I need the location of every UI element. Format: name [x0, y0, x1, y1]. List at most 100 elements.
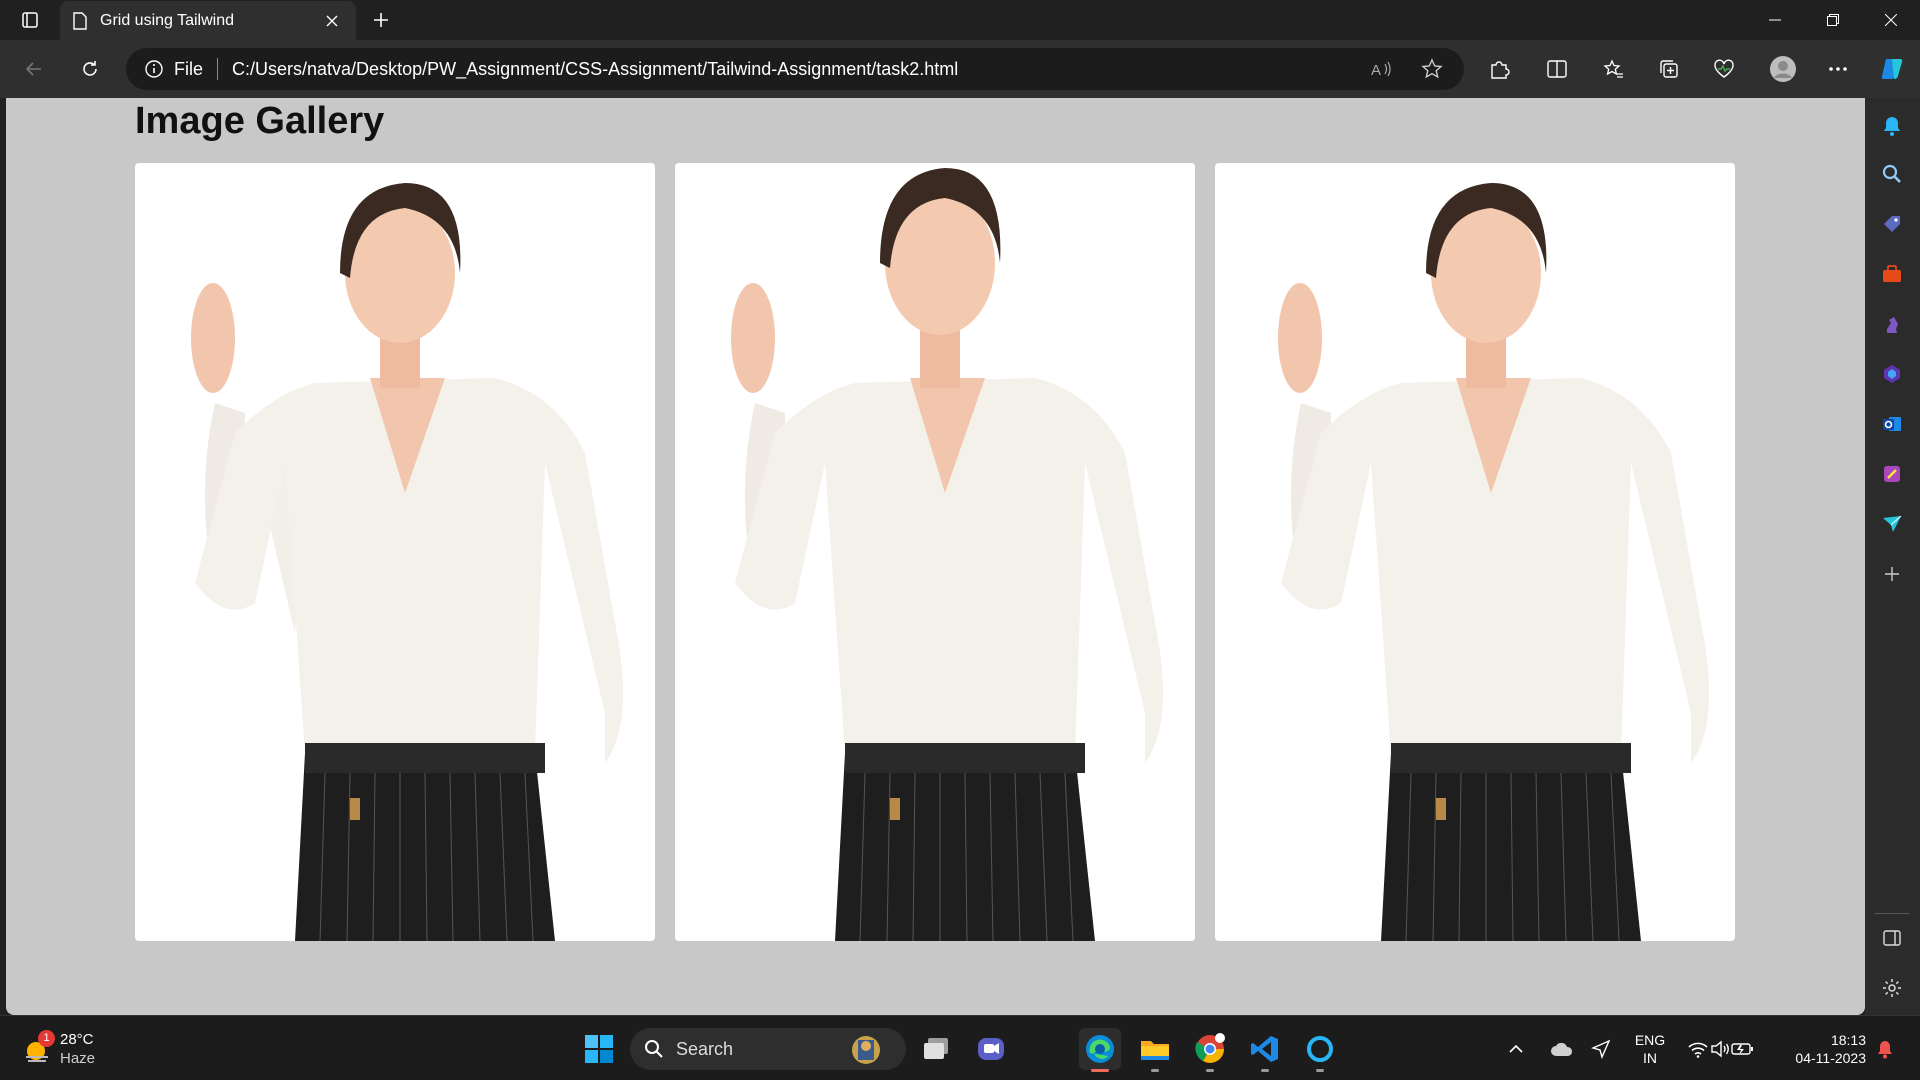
cortana-app[interactable]	[1299, 1028, 1341, 1072]
browser-essentials-button[interactable]	[1706, 52, 1742, 86]
start-button[interactable]	[578, 1028, 620, 1070]
onedrive-button[interactable]	[1545, 1028, 1579, 1070]
search-sidebar-button[interactable]	[1878, 160, 1906, 188]
microsoft-365-button[interactable]	[1878, 360, 1906, 388]
read-aloud-button[interactable]: A	[1363, 52, 1399, 86]
vscode-app[interactable]	[1244, 1028, 1286, 1072]
restore-button[interactable]	[1804, 0, 1862, 40]
avatar-icon	[1770, 56, 1796, 82]
collections-button[interactable]	[1651, 52, 1687, 86]
split-screen-button[interactable]	[1539, 52, 1575, 86]
back-button[interactable]	[16, 52, 52, 86]
running-indicator	[1261, 1069, 1269, 1072]
gallery-image-2	[675, 163, 1195, 941]
task-view-button[interactable]	[915, 1028, 957, 1070]
games-button[interactable]	[1878, 310, 1906, 338]
minimize-button[interactable]	[1746, 0, 1804, 40]
edge-taskbar-app[interactable]	[1079, 1028, 1121, 1072]
close-window-button[interactable]	[1862, 0, 1920, 40]
close-tab-icon[interactable]	[320, 9, 344, 33]
wifi-icon	[1688, 1042, 1708, 1058]
search-icon	[1882, 164, 1901, 183]
location-button[interactable]	[1584, 1028, 1618, 1070]
more-options-button[interactable]	[1820, 52, 1856, 86]
teams-chat-button[interactable]	[970, 1028, 1012, 1070]
puzzle-icon	[1491, 61, 1510, 79]
read-aloud-icon: A	[1371, 61, 1391, 79]
chess-piece-icon	[1887, 317, 1898, 333]
tab-actions-button[interactable]	[10, 6, 50, 34]
clock-date: 04-11-2023	[1795, 1050, 1866, 1066]
woman-pointing-image	[135, 163, 655, 941]
bell-icon	[1884, 117, 1900, 136]
search-label: Search	[676, 1038, 734, 1059]
plus-icon	[374, 13, 388, 27]
woman-pointing-image	[1215, 163, 1735, 941]
url-text[interactable]: C:/Users/natva/Desktop/PW_Assignment/CSS…	[232, 59, 958, 80]
sidebar-settings-button[interactable]	[1878, 974, 1906, 1002]
task-view-icon	[924, 1038, 948, 1059]
address-bar[interactable]: File C:/Users/natva/Desktop/PW_Assignmen…	[126, 48, 1464, 90]
tools-button[interactable]	[1878, 260, 1906, 288]
tab-strip: Grid using Tailwind	[0, 0, 1920, 40]
arrow-left-icon	[25, 62, 41, 76]
designer-button[interactable]	[1878, 460, 1906, 488]
new-tab-button[interactable]	[366, 6, 396, 34]
copilot-icon	[1881, 59, 1903, 79]
location-arrow-icon	[1591, 1039, 1611, 1059]
language-indicator[interactable]: ENG IN	[1628, 1031, 1672, 1067]
notification-center-button[interactable]	[1868, 1028, 1902, 1070]
page-title: Image Gallery	[135, 100, 385, 142]
notifications-button[interactable]	[1878, 112, 1906, 140]
star-icon	[1421, 58, 1443, 79]
tag-icon	[1884, 216, 1900, 232]
chrome-icon	[1195, 1033, 1225, 1063]
favorites-list-icon	[1603, 59, 1623, 78]
favorites-button[interactable]	[1596, 52, 1632, 86]
shopping-button[interactable]	[1878, 210, 1906, 238]
clock-time: 18:13	[1830, 1032, 1866, 1048]
clock[interactable]: 18:13 04-11-2023	[1782, 1031, 1866, 1067]
office-icon	[1884, 365, 1900, 383]
hide-sidebar-button[interactable]	[1878, 924, 1906, 952]
sidebar-panel-icon	[1883, 930, 1901, 946]
copilot-button[interactable]	[1874, 52, 1910, 86]
page-viewport: Image Gallery	[6, 98, 1865, 1015]
outlook-button[interactable]	[1878, 410, 1906, 438]
weather-widget[interactable]: 1 28°C Haze	[22, 1030, 95, 1068]
paper-plane-icon	[1883, 515, 1902, 532]
protocol-label: File	[174, 58, 204, 79]
lang-line2: IN	[1643, 1050, 1657, 1066]
minimize-icon	[1769, 19, 1781, 21]
file-explorer-app[interactable]	[1134, 1028, 1176, 1072]
search-highlight-icon	[852, 1036, 880, 1064]
battery-icon	[1731, 1043, 1753, 1055]
svg-text:A: A	[1371, 62, 1381, 79]
close-icon	[1885, 14, 1897, 26]
search-icon	[645, 1040, 663, 1058]
weather-temp: 28°C	[60, 1031, 94, 1048]
extensions-button[interactable]	[1481, 52, 1517, 86]
info-icon[interactable]	[144, 59, 164, 79]
quick-settings-button[interactable]	[1681, 1028, 1761, 1070]
favorite-button[interactable]	[1414, 52, 1450, 86]
profile-button[interactable]	[1765, 52, 1801, 86]
gear-icon	[1883, 979, 1901, 997]
add-sidebar-app-button[interactable]	[1878, 560, 1906, 588]
lang-line1: ENG	[1634, 1032, 1666, 1048]
browser-tab[interactable]: Grid using Tailwind	[60, 1, 356, 40]
running-indicator	[1206, 1069, 1214, 1072]
windows-logo-icon	[585, 1035, 613, 1063]
vscode-icon	[1251, 1036, 1278, 1062]
ring-icon	[1307, 1036, 1333, 1062]
taskbar-search[interactable]: Search	[630, 1028, 906, 1070]
toolbox-icon	[1883, 265, 1901, 282]
show-hidden-icons-button[interactable]	[1501, 1028, 1531, 1070]
page-icon	[73, 11, 87, 30]
drop-button[interactable]	[1878, 510, 1906, 538]
sidebar-divider	[1874, 913, 1910, 914]
cloud-icon	[1551, 1042, 1573, 1056]
chrome-app[interactable]	[1189, 1028, 1231, 1072]
refresh-button[interactable]	[72, 52, 108, 86]
heart-pulse-icon	[1714, 59, 1734, 78]
